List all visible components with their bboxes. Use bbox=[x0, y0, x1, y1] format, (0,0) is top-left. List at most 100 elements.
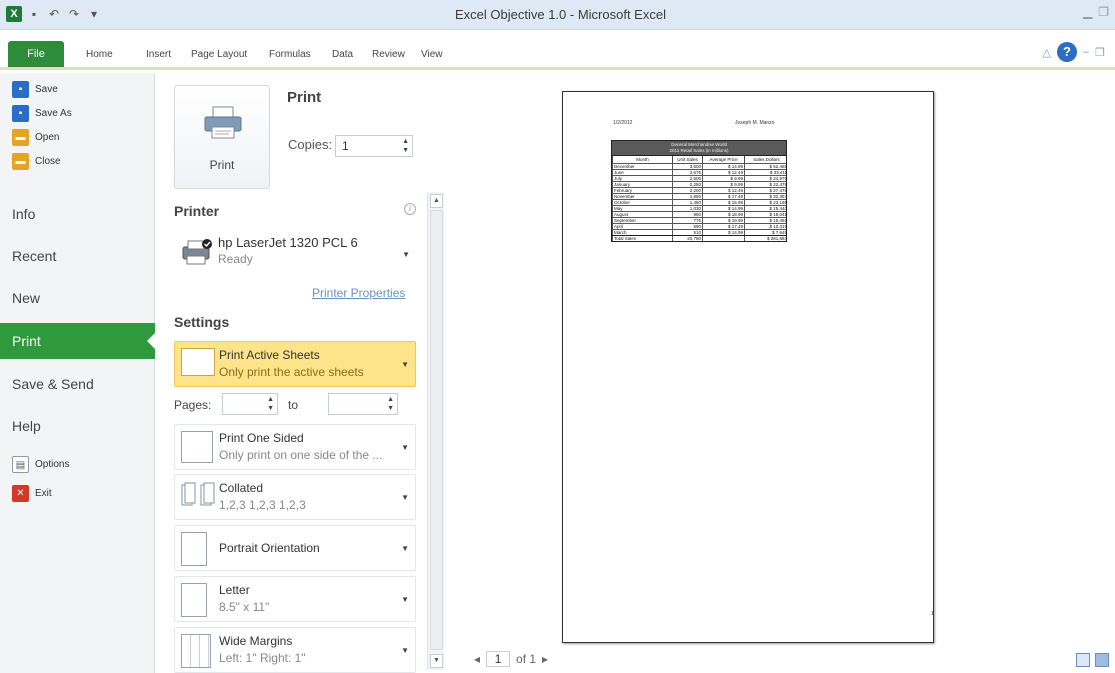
restore-icon[interactable]: ❐ bbox=[1098, 5, 1109, 19]
customize-qat-icon[interactable]: ▾ bbox=[86, 6, 102, 22]
sheet-cell: 775 bbox=[672, 218, 702, 223]
sheet-cell: October bbox=[612, 200, 672, 205]
sheet-cell: $ 18.99 bbox=[702, 212, 744, 217]
preview-page: 1/2/2012 Joseph M. Manzo General Merchan… bbox=[562, 91, 934, 643]
pages-to-label: to bbox=[288, 398, 299, 412]
nav-save-and-send[interactable]: Save & Send bbox=[0, 366, 155, 402]
chevron-down-icon: ▼ bbox=[401, 443, 409, 452]
margins-dropdown[interactable]: Wide Margins Left: 1" Right: 1" ▼ bbox=[174, 627, 416, 673]
print-what-dropdown[interactable]: Print Active Sheets Only print the activ… bbox=[174, 341, 416, 387]
pages-to-input[interactable]: ▲ ▼ bbox=[328, 393, 398, 415]
nav-help[interactable]: Help bbox=[0, 408, 155, 444]
scroll-up-icon[interactable]: ▲ bbox=[430, 194, 443, 208]
sheet-header-row: Month Unit Sales Average Price Sales Dol… bbox=[612, 155, 786, 163]
orientation-dropdown[interactable]: Portrait Orientation ▼ bbox=[174, 525, 416, 571]
total-blank bbox=[702, 236, 744, 241]
undo-icon[interactable]: ↶ bbox=[46, 6, 62, 22]
save-icon[interactable]: ▪ bbox=[26, 6, 42, 22]
nav-info[interactable]: Info bbox=[0, 196, 155, 232]
tab-page-layout[interactable]: Page Layout bbox=[191, 49, 247, 60]
sided-title: Print One Sided bbox=[219, 431, 304, 445]
sheet-cell: $ 22,478 bbox=[744, 182, 788, 187]
scroll-down-icon[interactable]: ▼ bbox=[430, 654, 443, 668]
minimize-icon[interactable]: ▁ bbox=[1083, 5, 1092, 19]
sheet-data-row: April 590 $ 17.49 $ 10,319 bbox=[612, 223, 787, 229]
print-button[interactable]: Print bbox=[174, 85, 270, 189]
sheet-cell: August bbox=[612, 212, 672, 217]
nav-recent[interactable]: Recent bbox=[0, 238, 155, 274]
window-controls: ▁ ❐ bbox=[1083, 5, 1109, 19]
workbook-minimize-icon[interactable]: – bbox=[1083, 46, 1089, 58]
nav-save[interactable]: ▪ Save bbox=[12, 81, 58, 98]
sheet-cell: $ 12.49 bbox=[702, 188, 744, 193]
sheet-data-row: July 2,500 $ 9.99 $ 24,975 bbox=[612, 175, 787, 181]
nav-open-label: Open bbox=[35, 132, 60, 143]
page-header-author: Joseph M. Manzo bbox=[735, 120, 775, 126]
page-footer-number: 1 bbox=[931, 611, 934, 617]
sided-dropdown[interactable]: Print One Sided Only print on one side o… bbox=[174, 424, 416, 470]
sheet-cell: $ 12.49 bbox=[702, 170, 744, 175]
nav-open[interactable]: ▬ Open bbox=[12, 129, 59, 146]
paper-size-dropdown[interactable]: Letter 8.5" x 11" ▼ bbox=[174, 576, 416, 622]
stepper-arrows-icon[interactable]: ▲ ▼ bbox=[267, 395, 274, 413]
pages-from-input[interactable]: ▲ ▼ bbox=[222, 393, 278, 415]
nav-save-as[interactable]: ▪ Save As bbox=[12, 105, 72, 122]
sheet-data-row: February 2,200 $ 12.49 $ 27,478 bbox=[612, 187, 787, 193]
sheet-title-line2: 2011 Retail Sales (in millions) bbox=[669, 148, 729, 153]
ribbon-minimize-icon[interactable]: △ bbox=[1043, 46, 1051, 59]
sheet-cell: $ 17.49 bbox=[702, 194, 744, 199]
help-icon[interactable]: ? bbox=[1057, 42, 1077, 62]
sheet-cell: 2,200 bbox=[672, 188, 702, 193]
redo-icon[interactable]: ↷ bbox=[66, 6, 82, 22]
sheet-cell: $ 19.99 bbox=[702, 218, 744, 223]
sheet-cell: $ 52,465 bbox=[744, 164, 788, 169]
nav-new[interactable]: New bbox=[0, 280, 155, 316]
open-folder-icon: ▬ bbox=[12, 129, 29, 146]
tab-home[interactable]: Home bbox=[86, 49, 113, 60]
sheet-rows: December 3,500 $ 14.99 $ 52,465 June 2,675 $ 1… bbox=[612, 163, 788, 235]
collation-dropdown[interactable]: Collated 1,2,3 1,2,3 1,2,3 ▼ bbox=[174, 474, 416, 520]
zoom-to-page-icon[interactable] bbox=[1095, 653, 1109, 667]
printer-dropdown[interactable]: hp LaserJet 1320 PCL 6 Ready ▼ bbox=[174, 229, 416, 279]
nav-print[interactable]: Print bbox=[0, 323, 156, 359]
tab-data[interactable]: Data bbox=[332, 49, 353, 60]
info-icon[interactable]: i bbox=[404, 203, 416, 215]
sheet-cell: March bbox=[612, 230, 672, 235]
collated-icon bbox=[181, 482, 215, 506]
chevron-down-icon: ▼ bbox=[401, 493, 409, 502]
sheet-title: General Merchandise World 2011 Retail Sa… bbox=[612, 141, 786, 155]
paper-size-icon bbox=[181, 583, 207, 617]
tab-review[interactable]: Review bbox=[372, 49, 405, 60]
scrollbar-thumb[interactable] bbox=[430, 210, 443, 650]
printer-properties-link[interactable]: Printer Properties bbox=[312, 286, 405, 300]
workbook-restore-icon[interactable]: ❐ bbox=[1095, 46, 1105, 59]
sheet-cell: 1,030 bbox=[672, 206, 702, 211]
nav-close[interactable]: ▬ Close bbox=[12, 153, 61, 170]
tab-insert[interactable]: Insert bbox=[146, 49, 171, 60]
stepper-arrows-icon[interactable]: ▲ ▼ bbox=[387, 395, 394, 413]
sheet-cell: June bbox=[612, 170, 672, 175]
tab-formulas[interactable]: Formulas bbox=[269, 49, 311, 60]
settings-scrollbar[interactable]: ▲ ▼ bbox=[427, 192, 444, 670]
chevron-down-icon: ▼ bbox=[401, 544, 409, 553]
nav-close-label: Close bbox=[35, 156, 61, 167]
tab-file[interactable]: File bbox=[8, 41, 64, 67]
tab-view[interactable]: View bbox=[421, 49, 443, 60]
previous-page-icon[interactable]: ◂ bbox=[474, 652, 480, 666]
close-folder-icon: ▬ bbox=[12, 153, 29, 170]
stepper-arrows-icon[interactable]: ▲ ▼ bbox=[402, 137, 409, 155]
total-dollars: $ 281,884 bbox=[744, 236, 788, 241]
copies-stepper[interactable]: 1 ▲ ▼ bbox=[335, 135, 413, 157]
sheet-cell: $ 33,411 bbox=[744, 170, 788, 175]
sheet-cell: 3,500 bbox=[672, 164, 702, 169]
nav-exit[interactable]: ✕ Exit bbox=[12, 485, 52, 502]
save-icon: ▪ bbox=[12, 81, 29, 98]
copies-label: Copies: bbox=[288, 137, 333, 152]
sheet-data-row: August 950 $ 18.99 $ 18,041 bbox=[612, 211, 787, 217]
current-page-input[interactable]: 1 bbox=[486, 651, 511, 667]
next-page-icon[interactable]: ▸ bbox=[542, 652, 548, 666]
show-margins-icon[interactable] bbox=[1076, 653, 1090, 667]
chevron-down-icon: ▼ bbox=[402, 250, 410, 259]
nav-options[interactable]: ▤ Options bbox=[12, 456, 69, 473]
sided-subtitle: Only print on one side of the ... bbox=[219, 448, 383, 462]
